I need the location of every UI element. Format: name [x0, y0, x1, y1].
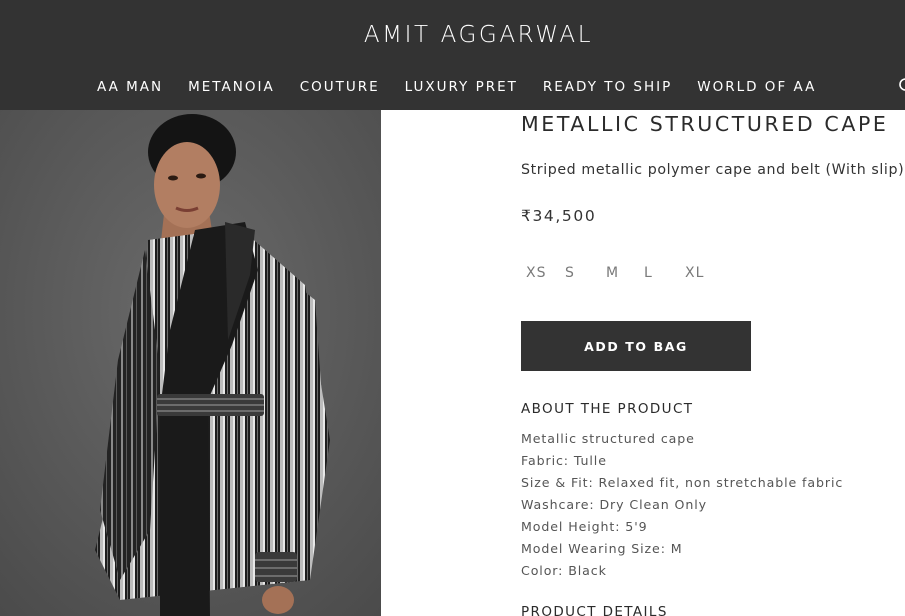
product-price: ₹34,500 — [521, 207, 597, 225]
detail-line: Metallic structured cape — [521, 431, 695, 446]
nav-item-world-of-aa[interactable]: WORLD OF AA — [697, 78, 816, 96]
detail-line: Model Wearing Size: M — [521, 541, 683, 556]
nav-item-luxury-pret[interactable]: LUXURY PRET — [405, 78, 518, 96]
size-option-xs[interactable]: XS — [526, 265, 546, 281]
nav-item-ready-to-ship[interactable]: READY TO SHIP — [543, 78, 672, 96]
size-option-l[interactable]: L — [644, 265, 653, 281]
about-product-heading: ABOUT THE PRODUCT — [521, 401, 694, 417]
detail-line: Model Height: 5'9 — [521, 519, 648, 534]
product-description: Striped metallic polymer cape and belt (… — [521, 162, 905, 178]
add-to-bag-button[interactable]: ADD TO BAG — [521, 321, 751, 371]
main-nav: AA MAN METANOIA COUTURE LUXURY PRET READ… — [97, 78, 841, 96]
size-option-xl[interactable]: XL — [685, 265, 704, 281]
nav-item-metanoia[interactable]: METANOIA — [188, 78, 275, 96]
product-image[interactable] — [0, 110, 381, 616]
detail-line: Color: Black — [521, 563, 607, 578]
product-details-heading[interactable]: PRODUCT DETAILS — [521, 604, 668, 616]
product-details-list: Metallic structured cape Fabric: Tulle S… — [521, 428, 843, 582]
brand-logo[interactable]: AMIT AGGARWAL — [0, 22, 905, 48]
detail-line: Fabric: Tulle — [521, 453, 607, 468]
size-option-m[interactable]: M — [606, 265, 619, 281]
nav-item-aa-man[interactable]: AA MAN — [97, 78, 163, 96]
size-option-s[interactable]: S — [565, 265, 575, 281]
search-icon[interactable] — [898, 77, 905, 95]
nav-item-couture[interactable]: COUTURE — [300, 78, 380, 96]
detail-line: Size & Fit: Relaxed fit, non stretchable… — [521, 475, 844, 490]
site-header: AMIT AGGARWAL AA MAN METANOIA COUTURE LU… — [0, 0, 905, 110]
detail-line: Washcare: Dry Clean Only — [521, 497, 707, 512]
product-title: METALLIC STRUCTURED CAPE — [521, 112, 889, 136]
